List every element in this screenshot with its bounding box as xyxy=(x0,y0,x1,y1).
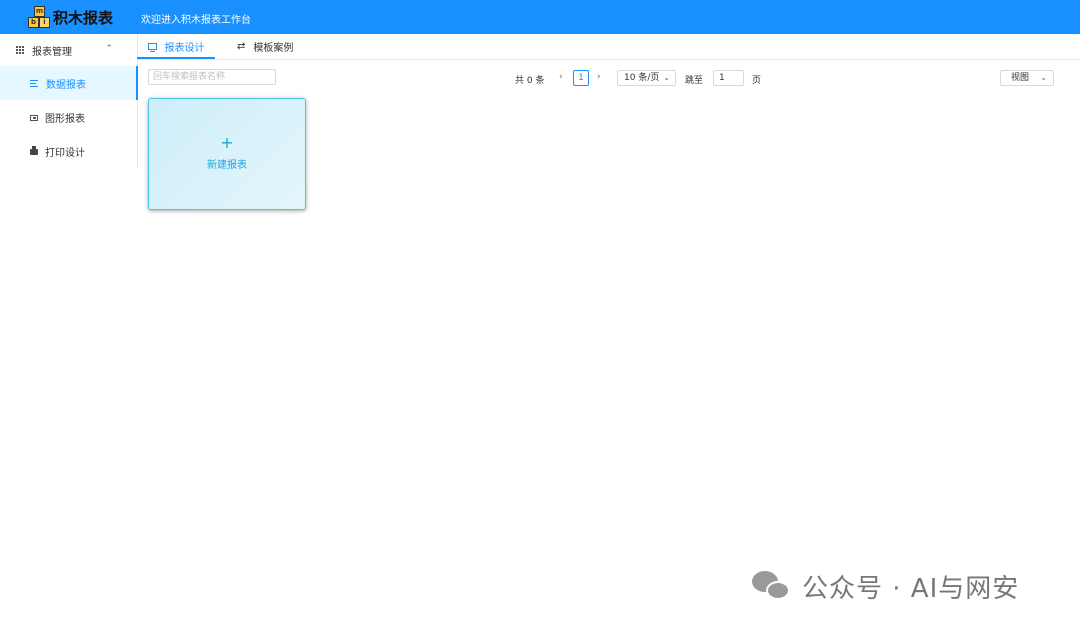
menu-group-label: 报表管理 xyxy=(32,46,72,58)
tab-label: 报表设计 xyxy=(164,42,205,54)
chevron-down-icon: ⌄ xyxy=(1040,73,1047,82)
page-size-value: 10 条/页 xyxy=(624,73,660,83)
picture-icon xyxy=(30,114,38,121)
menu-group-report-management[interactable]: 报表管理 ⌃ xyxy=(0,34,137,66)
wechat-icon xyxy=(752,569,792,603)
sidebar-item-print-design[interactable]: 打印设计 xyxy=(0,134,137,168)
search-input[interactable] xyxy=(148,69,276,85)
page-size-select[interactable]: 10 条/页 ⌄ xyxy=(617,70,676,86)
printer-icon xyxy=(30,146,38,155)
sidebar-item-label: 打印设计 xyxy=(45,147,85,159)
logo-block-i: i xyxy=(39,17,50,28)
logo-blocks-icon: m b i xyxy=(28,6,50,28)
welcome-text: 欢迎进入积木报表工作台 xyxy=(141,15,251,26)
chevron-up-icon[interactable]: ⌃ xyxy=(105,44,113,54)
tab-report-design[interactable]: 报表设计 xyxy=(137,34,215,59)
page-suffix-label: 页 xyxy=(752,76,762,86)
watermark-text: 公众号 · AI与网安 xyxy=(802,573,1020,604)
sidebar-item-label: 数据报表 xyxy=(46,79,86,91)
monitor-icon xyxy=(147,42,157,52)
sidebar: 报表管理 ⌃ 数据报表 图形报表 打印设计 xyxy=(0,34,138,169)
sidebar-item-label: 图形报表 xyxy=(45,113,85,125)
tab-template-cases[interactable]: ⇄ 模板案例 xyxy=(237,34,293,58)
logo-text: 积木报表 xyxy=(53,8,114,27)
logo-block-b: b xyxy=(28,17,39,28)
app-logo[interactable]: m b i 积木报表 xyxy=(28,6,113,28)
swap-icon: ⇄ xyxy=(237,40,246,52)
chevron-down-icon: ⌄ xyxy=(663,73,670,82)
plus-icon: + xyxy=(220,133,234,152)
total-count: 共 0 条 xyxy=(515,76,545,86)
jump-page-input[interactable]: 1 xyxy=(713,70,744,86)
watermark: 公众号 · AI与网安 xyxy=(752,569,1020,604)
chevron-left-icon[interactable]: ‹ xyxy=(559,72,563,88)
new-report-card[interactable]: + 新建报表 xyxy=(148,98,306,210)
tab-label: 模板案例 xyxy=(253,42,294,54)
view-select[interactable]: 视图 ⌄ xyxy=(1000,70,1054,86)
logo-block-m: m xyxy=(34,6,45,17)
sidebar-item-data-report[interactable]: 数据报表 xyxy=(0,66,138,100)
chevron-right-icon[interactable]: › xyxy=(597,72,601,88)
page-number-button[interactable]: 1 xyxy=(573,70,589,86)
list-icon xyxy=(30,79,39,88)
sidebar-item-chart-report[interactable]: 图形报表 xyxy=(0,100,137,134)
top-header: m b i 积木报表 欢迎进入积木报表工作台 xyxy=(0,0,1080,34)
view-select-value: 视图 xyxy=(1011,73,1030,83)
tab-bar: 报表设计 ⇄ 模板案例 xyxy=(137,34,1080,60)
grid-icon xyxy=(16,46,24,54)
new-report-label: 新建报表 xyxy=(207,160,247,171)
jump-label: 跳至 xyxy=(685,76,704,86)
